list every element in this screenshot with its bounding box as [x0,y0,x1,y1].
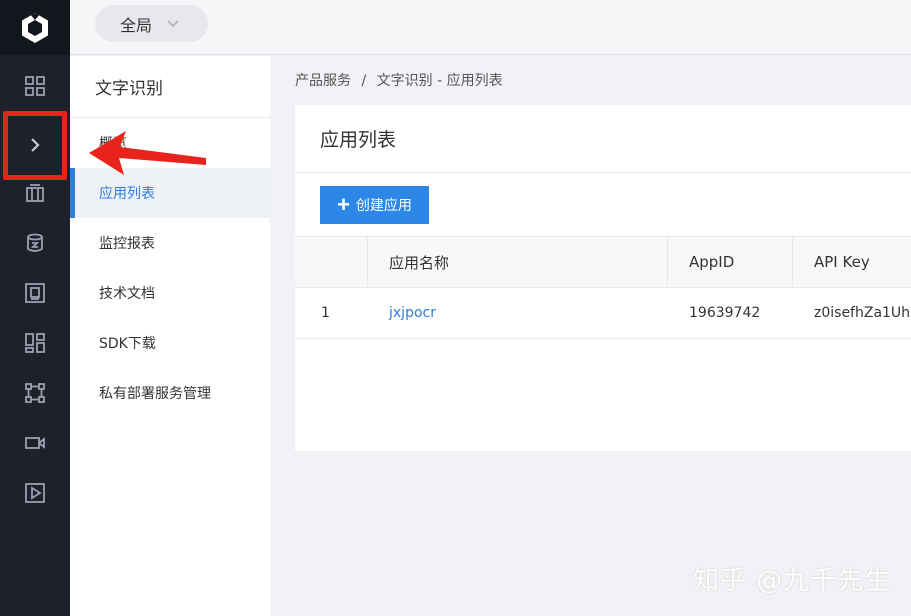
frame-icon[interactable] [0,268,70,318]
row-appid: 19639742 [689,305,761,321]
play-icon[interactable] [0,468,70,518]
video-icon[interactable] [0,418,70,468]
top-bar: 全局 [70,0,911,55]
database-icon[interactable] [0,218,70,268]
watermark: 知乎 @九千先生 [693,566,892,596]
plus-icon: + [337,192,350,217]
chevron-down-icon [167,19,179,27]
sidebar-item-private-deploy[interactable]: 私有部署服务管理 [70,368,270,418]
table-row: 1 jxjpocr 19639742 z0isefhZa1UhX [295,288,911,339]
breadcrumb-separator: / [361,73,367,89]
breadcrumb-current: 文字识别 - 应用列表 [376,73,503,89]
create-app-button[interactable]: + 创建应用 [320,186,429,224]
breadcrumb: 产品服务 / 文字识别 - 应用列表 [295,70,509,90]
app-list-card: 应用列表 + 创建应用 应用名称 AppID API Key 1 jxjpocr… [295,105,911,451]
building-icon[interactable] [0,168,70,218]
scope-label: 全局 [120,15,153,35]
table-header: 应用名称 AppID API Key [295,236,911,288]
header-app-name: 应用名称 [368,237,668,287]
sidebar-item-sdk[interactable]: SDK下载 [70,318,270,368]
header-appid: AppID [668,237,793,287]
app-name-text[interactable]: jxjpocr [389,305,436,321]
icon-rail [0,0,70,616]
scope-selector[interactable]: 全局 [95,5,208,42]
breadcrumb-products[interactable]: 产品服务 [295,73,351,89]
row-api-key: z0isefhZa1UhX [814,305,911,321]
create-app-label: 创建应用 [355,197,412,213]
main-content: 产品服务 / 文字识别 - 应用列表 应用列表 + 创建应用 应用名称 AppI… [270,56,911,616]
header-index [295,237,368,287]
card-title: 应用列表 [295,105,911,173]
app-table: 应用名称 AppID API Key 1 jxjpocr 19639742 z0… [295,236,911,339]
row-index: 1 [321,305,330,321]
grid-icon[interactable] [0,61,70,111]
sidebar-title: 文字识别 [70,56,270,118]
dashboard-icon[interactable] [0,318,70,368]
sidebar-item-docs[interactable]: 技术文档 [70,268,270,318]
header-api-key: API Key [814,253,870,271]
row-app-name-link[interactable]: jxjpocr [368,288,668,338]
annotation-arrow-icon [89,131,206,175]
logo-icon[interactable] [0,0,70,55]
network-icon[interactable] [0,368,70,418]
sidebar-item-monitoring[interactable]: 监控报表 [70,218,270,268]
